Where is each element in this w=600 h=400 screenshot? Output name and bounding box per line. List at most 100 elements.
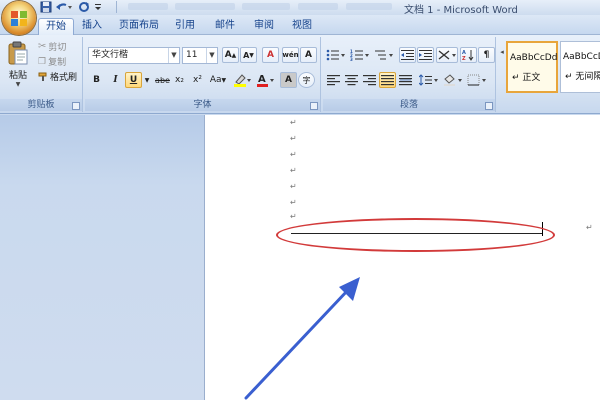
- title-bar: 文档 1 - Microsoft Word: [0, 0, 600, 16]
- font-size-select[interactable]: 11 ▼: [182, 47, 218, 64]
- italic-button[interactable]: I: [107, 72, 124, 88]
- grow-font-icon: A: [224, 50, 232, 60]
- change-case-icon: Aa: [209, 75, 222, 85]
- bold-button[interactable]: B: [88, 72, 105, 88]
- quick-access-redo-icon[interactable]: [78, 1, 90, 14]
- copy-button[interactable]: ❐ 复制: [38, 55, 66, 69]
- chinese-layout-button[interactable]: [436, 47, 458, 63]
- style-sample: AaBbCcDd: [510, 53, 558, 63]
- subscript-button[interactable]: x₂: [171, 72, 188, 88]
- tab-mailings[interactable]: 邮件: [211, 18, 239, 35]
- office-logo-icon: [11, 11, 27, 26]
- phonetic-guide-button[interactable]: wén: [282, 47, 299, 63]
- chinese-layout-icon: [438, 50, 456, 60]
- style-no-spacing[interactable]: AaBbCcD ↵ 无间隔: [560, 41, 600, 93]
- ribbon: 粘贴 ▼ ✂ 剪切 ❐ 复制 格式刷 剪贴板 华文行楷 ▼ 11 ▼ A ▲ A ▼…: [0, 35, 600, 114]
- sort-button[interactable]: AZ: [460, 47, 477, 63]
- paragraph-mark-icon: ↵: [290, 134, 297, 143]
- shading-button[interactable]: [442, 72, 464, 88]
- show-formatting-marks-button[interactable]: ¶: [478, 47, 495, 63]
- paragraph-dialog-launcher-icon[interactable]: [485, 102, 493, 110]
- multilevel-list-button[interactable]: [373, 47, 395, 63]
- increase-indent-button[interactable]: [417, 47, 434, 63]
- quick-access-undo-icon[interactable]: [55, 1, 73, 14]
- decrease-indent-button[interactable]: [399, 47, 416, 63]
- highlight-button[interactable]: [231, 72, 253, 88]
- character-shading-button[interactable]: A: [280, 72, 297, 88]
- font-name-select[interactable]: 华文行楷 ▼: [88, 47, 180, 64]
- font-group: 华文行楷 ▼ 11 ▼ A ▲ A ▼ A wén A B I U ▼ abe x₂…: [85, 37, 321, 112]
- character-shading-icon: A: [285, 75, 292, 85]
- align-center-button[interactable]: [343, 72, 360, 88]
- cut-label: 剪切: [48, 43, 67, 53]
- bold-icon: B: [93, 75, 100, 85]
- enclose-characters-button[interactable]: 字: [298, 72, 315, 88]
- paint-bucket-icon: [444, 74, 462, 86]
- tab-home[interactable]: 开始: [38, 18, 74, 35]
- clear-formatting-button[interactable]: A: [262, 47, 279, 63]
- format-painter-button[interactable]: 格式刷: [38, 70, 77, 83]
- copy-icon: ❐: [38, 56, 47, 67]
- line-spacing-button[interactable]: [418, 72, 440, 88]
- shrink-font-button[interactable]: A ▼: [240, 47, 257, 63]
- decrease-indent-icon: [401, 49, 414, 60]
- underline-button[interactable]: U: [125, 72, 142, 88]
- superscript-icon: x²: [193, 75, 202, 85]
- blurred-region: [175, 3, 235, 10]
- paste-button[interactable]: 粘贴 ▼: [6, 39, 30, 89]
- subscript-icon: x₂: [175, 75, 184, 85]
- office-button[interactable]: [2, 1, 36, 35]
- pilcrow-icon: ¶: [483, 50, 490, 60]
- numbering-button[interactable]: 123: [349, 47, 371, 63]
- svg-text:A: A: [258, 74, 266, 85]
- quick-access-save-icon[interactable]: [40, 1, 52, 14]
- style-sample: AaBbCcD: [563, 52, 600, 62]
- paragraph-mark-icon: ↵: [290, 118, 297, 127]
- font-size-value: 11: [186, 50, 198, 60]
- strikethrough-button[interactable]: abe: [154, 72, 171, 88]
- tab-review[interactable]: 审阅: [250, 18, 278, 35]
- align-right-icon: [363, 74, 376, 85]
- change-case-button[interactable]: Aa ▼: [207, 72, 229, 88]
- svg-text:Z: Z: [462, 56, 466, 61]
- style-normal[interactable]: AaBbCcDd ↵ 正文: [506, 41, 558, 93]
- tab-insert[interactable]: 插入: [78, 18, 106, 35]
- distributed-button[interactable]: [397, 72, 414, 88]
- clipboard-group: 粘贴 ▼ ✂ 剪切 ❐ 复制 格式刷 剪贴板: [0, 37, 83, 112]
- blurred-region: [298, 3, 338, 10]
- paragraph-mark-icon: ↵: [290, 166, 297, 175]
- justify-button[interactable]: [379, 72, 396, 88]
- blurred-region: [346, 3, 392, 10]
- borders-button[interactable]: [466, 72, 488, 88]
- font-dialog-launcher-icon[interactable]: [310, 102, 318, 110]
- paragraph-mark-icon: ↵: [290, 212, 297, 221]
- align-left-button[interactable]: [325, 72, 342, 88]
- chevron-down-icon: ▼: [144, 76, 150, 84]
- character-border-button[interactable]: A: [300, 47, 317, 63]
- highlighter-icon: [234, 74, 251, 87]
- superscript-button[interactable]: x²: [189, 72, 206, 88]
- align-right-button[interactable]: [361, 72, 378, 88]
- enclose-characters-icon: 字: [302, 75, 311, 85]
- cut-button[interactable]: ✂ 剪切: [38, 40, 66, 53]
- clipboard-dialog-launcher-icon[interactable]: [72, 102, 80, 110]
- bullet-list-icon: [326, 49, 345, 61]
- paintbrush-icon: [38, 72, 47, 81]
- tab-page-layout[interactable]: 页面布局: [115, 18, 163, 35]
- chevron-down-icon: ▼: [168, 48, 179, 63]
- bullets-button[interactable]: [325, 47, 347, 63]
- tab-view[interactable]: 视图: [288, 18, 316, 35]
- distributed-icon: [399, 74, 412, 85]
- font-color-icon: A: [257, 74, 274, 87]
- customize-toolbar-icon[interactable]: [94, 1, 102, 14]
- styles-group: AaBbCcDd ↵ 正文 AaBbCcD ↵ 无间隔: [504, 37, 600, 112]
- paste-label: 粘贴: [8, 71, 27, 81]
- paragraph-mark-icon: ↵: [290, 198, 297, 207]
- tab-references[interactable]: 引用: [171, 18, 199, 35]
- underline-dropdown[interactable]: ▼: [142, 72, 152, 88]
- font-color-button[interactable]: A: [254, 72, 276, 88]
- blurred-region: [128, 3, 168, 10]
- grow-font-button[interactable]: A ▲: [222, 47, 239, 63]
- ribbon-tab-row: 开始 插入 页面布局 引用 邮件 审阅 视图: [0, 15, 600, 35]
- phonetic-guide-icon: wén: [282, 51, 299, 59]
